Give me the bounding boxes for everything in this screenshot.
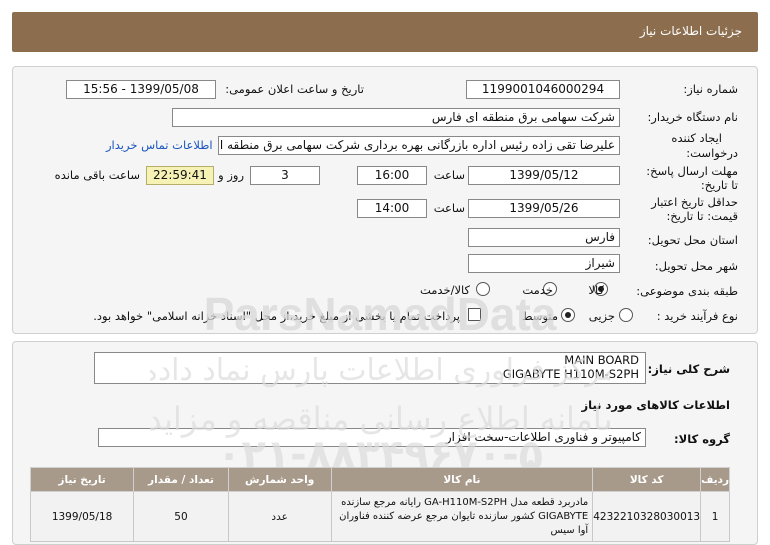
category-option-goods-service: کالا/خدمت [419,283,470,297]
category-option-service: خدمت [522,283,553,297]
goods-group-field: کامپیوتر و فناوری اطلاعات-سخت افزار [98,428,646,447]
need-number-label: شماره نیاز: [683,82,738,96]
creator-label-2: درخواست: [686,146,738,160]
summary-field: MAIN BOARD GIGABYTE H110M-S2PH [94,352,646,384]
cell-unit: عدد [227,491,332,542]
buyer-contact-link[interactable]: اطلاعات تماس خریدار [106,138,213,152]
announce-field: 1399/05/08 - 15:56 [66,80,216,99]
process-radio-medium[interactable] [561,308,575,322]
page-title: جزئیات اطلاعات نیاز [639,24,742,38]
validity-time-label: ساعت [433,201,465,215]
category-radio-goods-service[interactable] [476,282,490,296]
deadline-label-1: مهلت ارسال پاسخ: [646,164,738,178]
col-name: نام کالا [330,467,594,492]
remaining-label: ساعت باقی مانده [54,168,140,182]
summary-label: شرح کلی نیاز: [647,362,730,376]
validity-label-1: حداقل تاریخ اعتبار [651,195,738,209]
deadline-label-2: تا تاریخ: [700,178,738,192]
announce-label: تاریخ و ساعت اعلان عمومی: [225,82,364,96]
remaining-time-field: 22:59:41 [146,166,214,185]
col-unit: واحد شمارش [227,467,332,492]
cell-name: مادربرد قطعه مدل GA-H110M-S2PH رایانه مر… [330,491,594,542]
validity-time-field: 14:00 [357,199,427,218]
cell-row: 1 [700,491,730,542]
city-field: شیراز [468,254,620,273]
buyer-label: نام دستگاه خریدار: [647,110,738,124]
category-label: طبقه بندی موضوعی: [636,284,738,298]
items-table: ردیف کد کالا نام کالا واحد شمارش تعداد /… [29,467,730,542]
deadline-time-field: 16:00 [357,166,427,185]
need-number-field: 1199001046000294 [466,80,620,99]
deadline-time-label: ساعت [433,168,465,182]
validity-date-field: 1399/05/26 [468,199,620,218]
cell-qty: 50 [133,491,229,542]
col-date: تاریخ نیاز [29,467,135,492]
deadline-date-field: 1399/05/12 [468,166,620,185]
col-code: کد کالا [592,467,702,492]
page-header: جزئیات اطلاعات نیاز [12,12,758,52]
table-row[interactable]: 1 4232210328030013 مادربرد قطعه مدل GA-H… [29,491,730,542]
process-option-minor: جزیی [588,309,615,323]
process-radio-minor[interactable] [619,308,633,322]
creator-field: علیرضا تقی زاده رئیس اداره بازرگانی بهره… [218,136,620,155]
goods-info-title: اطلاعات کالاهای مورد نیاز [581,398,730,412]
creator-label-1: ایجاد کننده [671,131,722,145]
col-row: ردیف [700,467,730,492]
category-option-goods: کالا [588,283,604,297]
goods-group-label: گروه کالا: [674,432,730,446]
summary-line-1: MAIN BOARD [564,353,639,367]
province-field: فارس [468,228,620,247]
days-remaining-field: 3 [250,166,320,185]
treasury-payment-note: پرداخت تمام یا بخشی از مبلغ خرید،از محل … [93,309,460,323]
province-label: استان محل تحویل: [647,233,738,247]
summary-line-2: GIGABYTE H110M-S2PH [502,367,639,381]
cell-date: 1399/05/18 [29,491,135,542]
process-label: نوع فرآیند خرید : [656,309,738,323]
treasury-payment-checkbox[interactable] [468,308,481,321]
col-qty: تعداد / مقدار [133,467,229,492]
city-label: شهر محل تحویل: [654,259,738,273]
buyer-field: شرکت سهامی برق منطقه ای فارس [172,108,620,127]
process-option-medium: متوسط [521,309,558,323]
days-label: روز و [218,168,244,182]
validity-label-2: قیمت: تا تاریخ: [666,209,738,223]
cell-code: 4232210328030013 [592,491,702,542]
